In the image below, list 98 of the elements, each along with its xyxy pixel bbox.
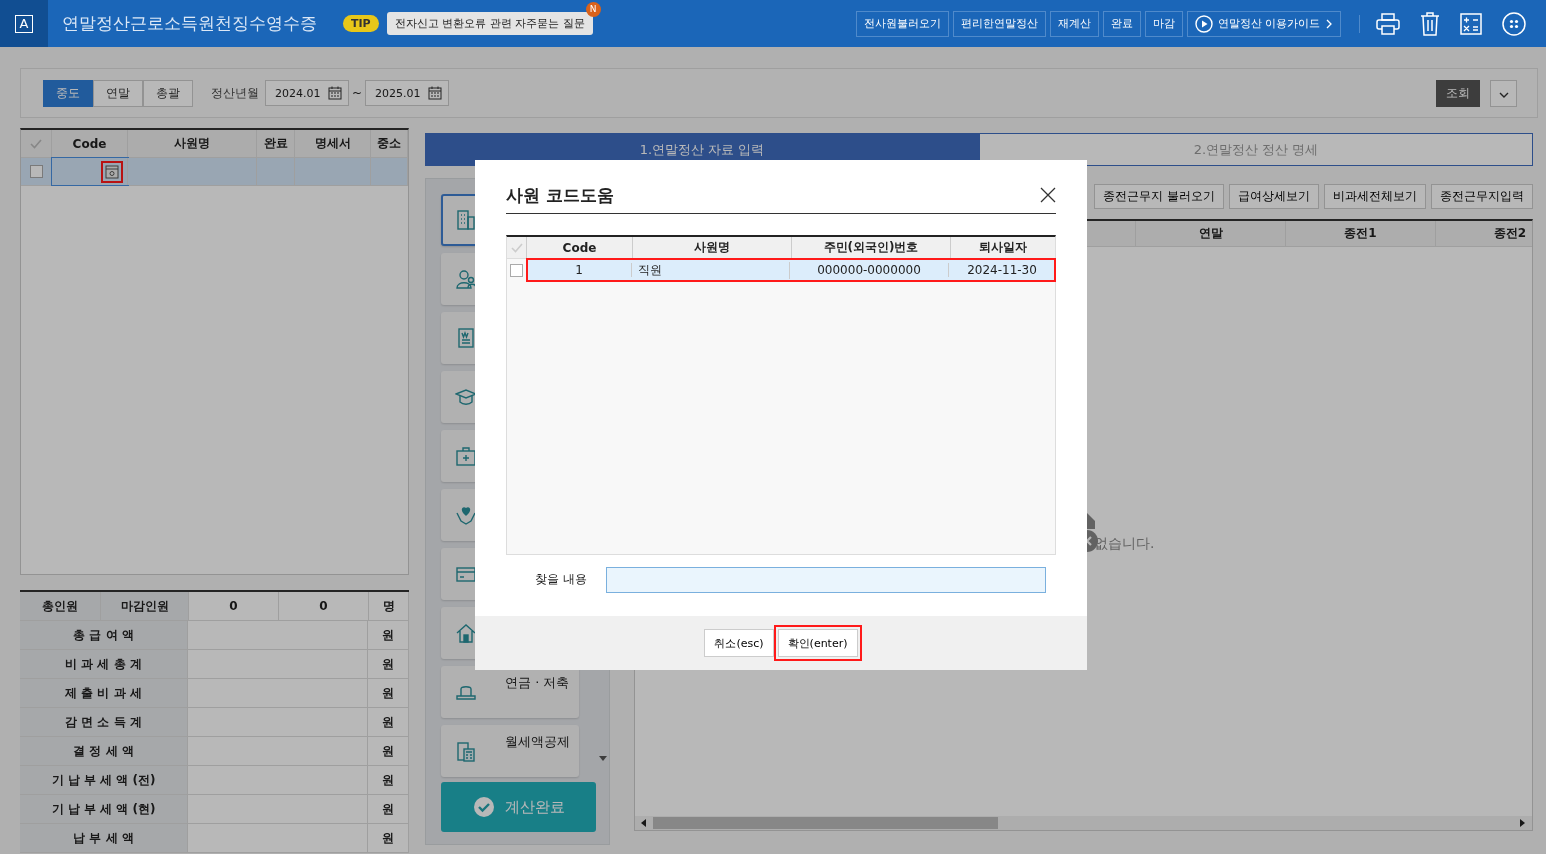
toolbar-button[interactable]: 완료 xyxy=(1102,10,1141,37)
dialog-button[interactable]: 취소(esc) xyxy=(704,629,774,657)
summary-label: 기 납 부 세 액 (전) xyxy=(20,766,188,794)
check-circle-icon xyxy=(472,796,495,818)
search-label: 찾을 내용 xyxy=(535,571,588,588)
menu-label: 월세액공제 xyxy=(505,733,570,751)
summary-label: 비 과 세 총 계 xyxy=(20,650,188,678)
apps-icon[interactable] xyxy=(1502,11,1526,36)
people-icon xyxy=(455,268,477,290)
column-header: 퇴사일자 xyxy=(951,237,1055,259)
summary-label: 납 부 세 액 xyxy=(20,824,188,852)
row-checkbox[interactable] xyxy=(510,263,523,277)
trash-icon[interactable] xyxy=(1420,11,1440,36)
chevron-right-icon xyxy=(1325,18,1333,29)
mode-tab[interactable]: 연말 xyxy=(93,79,143,107)
period-label: 정산년월 xyxy=(211,84,259,102)
scroll-right-icon[interactable] xyxy=(1520,819,1526,827)
care-icon xyxy=(455,504,477,526)
summary-label: 총인원 xyxy=(20,592,101,620)
summary-label: 감 면 소 득 계 xyxy=(20,708,188,736)
range-separator: ~ xyxy=(352,86,363,100)
toolbar-button[interactable]: 마감 xyxy=(1144,10,1183,37)
horizontal-scrollbar[interactable] xyxy=(635,816,1532,830)
unit-label: 명 xyxy=(369,592,409,620)
summary-value: 0 xyxy=(279,592,369,620)
column-header: 완료 xyxy=(257,130,295,157)
unit-label: 원 xyxy=(368,679,409,707)
empty-message: 없습니다. xyxy=(1094,535,1155,553)
summary-label: 총 급 여 액 xyxy=(20,621,188,649)
table-cell: 직원 xyxy=(632,261,790,279)
search-button[interactable]: 조회 xyxy=(1436,79,1480,107)
play-icon xyxy=(1194,14,1213,33)
check-icon[interactable] xyxy=(30,138,42,149)
document-icon xyxy=(455,327,477,349)
column-header: 사원명 xyxy=(128,130,257,157)
toolbar-button[interactable]: 전사원불러오기 xyxy=(855,10,949,37)
employee-row[interactable]: 1 직원 000000-0000000 2024-11-30 xyxy=(527,259,1055,281)
unit-label: 원 xyxy=(368,795,409,823)
building-icon xyxy=(455,209,477,231)
lookup-icon[interactable] xyxy=(101,160,123,183)
unit-label: 원 xyxy=(368,824,409,852)
summary-label: 제 출 비 과 세 xyxy=(20,679,188,707)
scroll-left-icon[interactable] xyxy=(641,819,647,827)
unit-label: 원 xyxy=(368,737,409,765)
unit-label: 원 xyxy=(368,708,409,736)
tip-badge: TIP xyxy=(343,15,379,32)
check-icon[interactable] xyxy=(510,242,523,253)
detail-button[interactable]: 종전근무지입력 xyxy=(1431,184,1533,209)
app-logo: A xyxy=(0,0,48,47)
summary-label: 결 정 세 액 xyxy=(20,737,188,765)
toolbar-button[interactable]: 편리한연말정산 xyxy=(952,10,1046,37)
scroll-down-icon[interactable] xyxy=(598,756,608,762)
close-icon[interactable] xyxy=(1040,187,1056,203)
house-icon xyxy=(455,622,477,644)
row-checkbox[interactable] xyxy=(29,165,43,178)
graduation-icon xyxy=(455,386,477,408)
toolbar-button[interactable]: 재계산 xyxy=(1049,10,1099,37)
table-cell: 1 xyxy=(527,263,632,277)
calendar-icon[interactable] xyxy=(428,86,443,100)
faq-link[interactable]: 전자신고 변환오류 관련 자주묻는 질문 xyxy=(386,12,593,35)
column-header: 명세서 xyxy=(295,130,371,157)
date-field[interactable]: 2025.01 xyxy=(365,80,450,106)
menu-label: 연금 · 저축 xyxy=(505,674,570,692)
new-badge: N xyxy=(585,2,601,17)
column-header: Code xyxy=(52,130,128,157)
guide-button[interactable]: 연말정산 이용가이드 xyxy=(1186,10,1341,37)
table-cell: 000000-0000000 xyxy=(790,263,949,277)
calculator-icon xyxy=(455,740,477,762)
column-header: 사원명 xyxy=(633,237,792,259)
medical-icon xyxy=(455,445,477,467)
chevron-down-icon xyxy=(1498,91,1509,98)
column-header: Code xyxy=(527,237,633,259)
mode-tab[interactable]: 총괄 xyxy=(143,79,193,107)
detail-button[interactable]: 비과세전체보기 xyxy=(1324,184,1426,209)
calendar-icon[interactable] xyxy=(328,86,342,100)
column-header: 종전2 xyxy=(1492,225,1527,242)
expand-button[interactable] xyxy=(1490,79,1517,107)
table-cell-text: 2024-11-30 xyxy=(966,263,1038,277)
print-icon[interactable] xyxy=(1376,12,1400,35)
column-header: 종전1 xyxy=(1286,221,1436,246)
side-menu-item[interactable]: 월세액공제 xyxy=(441,725,579,777)
summary-label: 마감인원 xyxy=(101,592,189,620)
dialog-title: 사원 코드도움 xyxy=(506,184,614,207)
unit-label: 원 xyxy=(368,650,409,678)
unit-label: 원 xyxy=(368,621,409,649)
page-title: 연말정산근로소득원천징수영수증 xyxy=(62,12,317,35)
detail-button[interactable]: 급여상세보기 xyxy=(1229,184,1319,209)
unit-label: 원 xyxy=(368,766,409,794)
date-field[interactable]: 2024.01 xyxy=(265,80,349,106)
detail-button[interactable]: 종전근무지 불러오기 xyxy=(1094,184,1224,209)
side-menu-item[interactable]: 연금 · 저축 xyxy=(441,666,579,718)
calculator-icon[interactable] xyxy=(1460,12,1482,35)
summary-value: 0 xyxy=(189,592,279,620)
search-field[interactable] xyxy=(606,566,1046,593)
column-header: 중소 xyxy=(371,130,408,157)
column-header: 연말 xyxy=(1136,221,1286,246)
column-header: 주민(외국인)번호 xyxy=(792,237,951,259)
summary-label: 기 납 부 세 액 (현) xyxy=(20,795,188,823)
